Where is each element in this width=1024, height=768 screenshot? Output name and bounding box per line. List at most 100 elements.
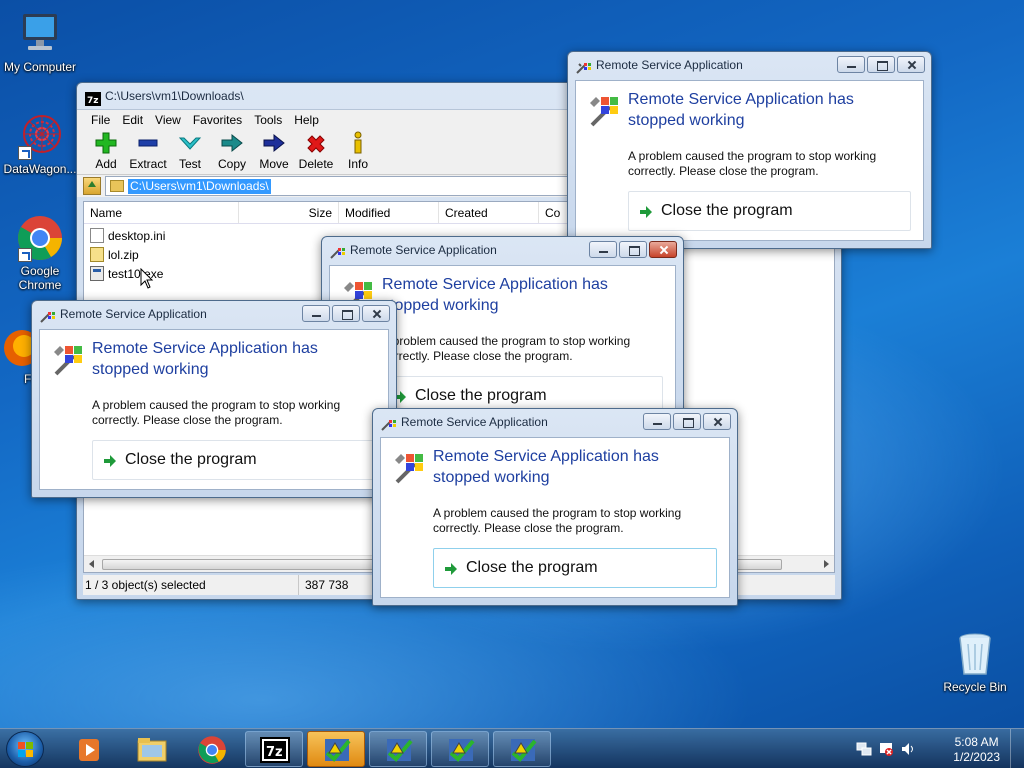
column-name[interactable]: Name [84,202,239,223]
close-program-button[interactable]: Close the program [92,440,376,480]
remote-service-app-icon [393,452,425,484]
error-app-icon [387,739,413,762]
double-arrow-icon [220,131,244,155]
dialog-titlebar[interactable]: Remote Service Application [568,52,931,78]
dialog-heading: Remote Service Application has stopped w… [92,340,318,378]
window-title: C:\Users\vm1\Downloads\ [105,89,244,103]
taskbar-remote-service-1[interactable] [307,731,365,767]
desktop-icon-my-computer[interactable]: My Computer [0,10,80,74]
file-name: desktop.ini [108,228,166,243]
maximize-button[interactable] [673,413,701,430]
up-folder-icon[interactable] [83,177,101,195]
dialog-titlebar[interactable]: Remote Service Application [322,237,683,263]
action-center-icon[interactable] [878,741,894,757]
menu-view[interactable]: View [149,110,187,129]
desktop-icon-recycle-bin[interactable]: Recycle Bin [935,632,1015,694]
copy-label: Copy [217,157,246,171]
exe-file-icon [90,266,104,281]
close-program-button[interactable]: Close the program [433,548,717,588]
file-name: lol.zip [108,247,139,262]
system-tray: 5:08 AM 1/2/2023 [854,729,1024,768]
close-window-button[interactable] [703,413,731,430]
add-label: Add [95,157,117,171]
test-button[interactable]: Test [169,129,211,174]
app-icon [381,415,397,431]
dialog-message: A problem caused the program to stop wor… [628,149,877,178]
app-icon [40,307,56,323]
taskbar-remote-service-3[interactable] [431,731,489,767]
move-button[interactable]: Move [253,129,295,174]
settings-file-icon [90,228,104,243]
error-dialog[interactable]: Remote Service Application Remote Servic… [372,408,738,606]
menu-edit[interactable]: Edit [116,110,149,129]
column-size[interactable]: Size [239,202,339,223]
test-label: Test [178,157,201,171]
clock[interactable]: 5:08 AM 1/2/2023 [953,735,1000,765]
desktop-icon-label: Recycle Bin [943,680,1007,694]
minimize-button[interactable] [643,413,671,430]
close-window-button[interactable] [649,241,677,258]
menu-help[interactable]: Help [288,110,325,129]
maximize-button[interactable] [332,305,360,322]
scroll-left-icon[interactable] [89,560,94,568]
minimize-button[interactable] [302,305,330,322]
folder-icon [137,738,167,762]
maximize-button[interactable] [867,56,895,73]
move-label: Move [259,157,289,171]
folder-icon [110,180,124,192]
close-window-button[interactable] [897,56,925,73]
scroll-right-icon[interactable] [824,560,829,568]
dialog-message: A problem caused the program to stop wor… [433,506,682,535]
status-size: 387 738 [299,575,379,595]
maximize-button[interactable] [619,241,647,258]
volume-icon[interactable] [900,741,916,757]
menu-favorites[interactable]: Favorites [187,110,248,129]
close-window-button[interactable] [362,305,390,322]
status-selection: 1 / 3 object(s) selected [83,575,299,595]
sevenzip-icon: 7z [260,737,290,763]
minimize-button[interactable] [837,56,865,73]
dialog-heading: Remote Service Application has stopped w… [433,448,659,486]
column-modified[interactable]: Modified [339,202,439,223]
menu-tools[interactable]: Tools [248,110,288,129]
error-dialog[interactable]: Remote Service Application Remote Servic… [567,51,932,249]
taskbar-chrome[interactable] [183,731,241,767]
start-button[interactable] [6,731,44,767]
info-label: Info [347,157,368,171]
media-player-icon [79,739,99,761]
desktop-icon-datawagon[interactable]: DataWagon... [0,112,80,176]
chrome-icon [198,736,226,764]
taskbar-explorer[interactable] [122,731,180,767]
delete-button[interactable]: Delete [295,129,337,174]
menu-file[interactable]: File [85,110,116,129]
dialog-heading: Remote Service Application has stopped w… [382,276,608,314]
checkmark-icon [178,131,202,155]
minimize-button[interactable] [589,241,617,258]
dialog-title: Remote Service Application [596,58,743,72]
taskbar-media-player[interactable] [60,731,118,767]
taskbar-7zip[interactable]: 7z [245,731,303,767]
dialog-message: A problem caused the program to stop wor… [382,334,631,363]
windows-logo-icon [18,742,33,757]
add-button[interactable]: Add [85,129,127,174]
close-program-button[interactable]: Close the program [628,191,911,231]
taskbar-remote-service-2[interactable] [369,731,427,767]
dialog-body: Remote Service Application has stopped w… [39,329,389,490]
dialog-titlebar[interactable]: Remote Service Application [32,301,396,327]
copy-button[interactable]: Copy [211,129,253,174]
computer-icon [16,10,64,58]
delete-label: Delete [298,157,334,171]
info-button[interactable]: Info [337,129,379,174]
close-program-label: Close the program [661,202,793,219]
remote-service-app-icon [588,95,620,127]
dialog-title: Remote Service Application [60,307,207,321]
taskbar-remote-service-4[interactable] [493,731,551,767]
extract-button[interactable]: Extract [127,129,169,174]
desktop-icon-google-chrome[interactable]: Google Chrome [0,214,80,292]
dialog-titlebar[interactable]: Remote Service Application [373,409,737,435]
column-created[interactable]: Created [439,202,539,223]
error-dialog[interactable]: Remote Service Application Remote Servic… [31,300,397,498]
dialog-body: Remote Service Application has stopped w… [575,80,924,241]
show-desktop-button[interactable] [1010,729,1024,768]
network-icon[interactable] [856,741,872,757]
